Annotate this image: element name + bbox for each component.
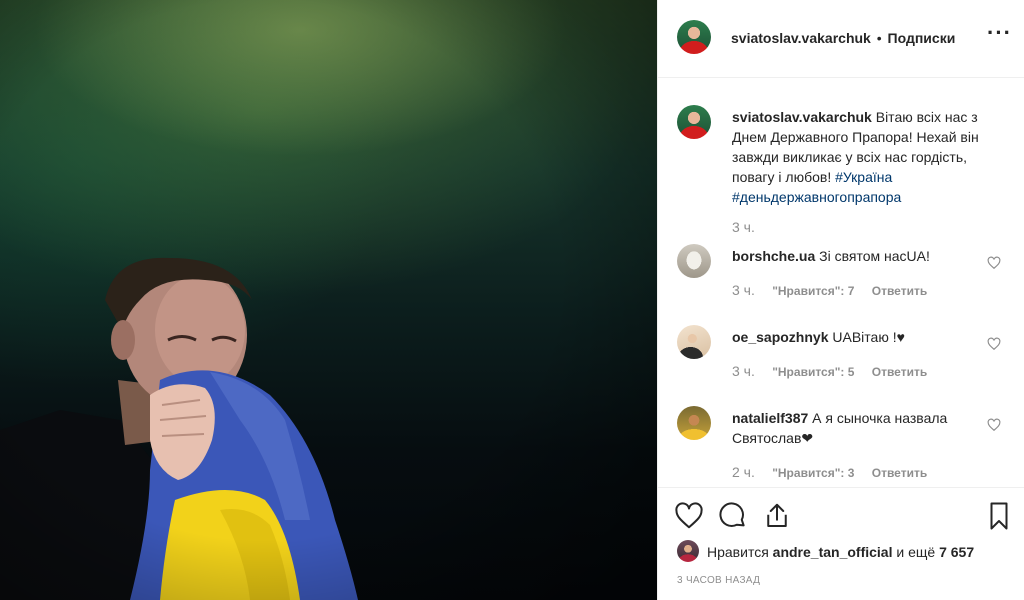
post-side-panel: sviatoslav.vakarchuk • Подписки ··· svia… (657, 0, 1024, 600)
like-heart-icon[interactable] (674, 501, 704, 531)
likes-text: Нравится andre_tan_official и ещё 7 657 (707, 544, 974, 560)
commenter-avatar[interactable] (677, 244, 711, 278)
post-header: sviatoslav.vakarchuk • Подписки ··· (658, 0, 1024, 78)
author-line: sviatoslav.vakarchuk • Подписки (731, 30, 955, 46)
caption-meta: 3 ч. (732, 219, 769, 235)
caption-username[interactable]: sviatoslav.vakarchuk (732, 109, 872, 125)
reply-button[interactable]: Ответить (872, 466, 927, 480)
post-timestamp[interactable]: 3 ЧАСОВ НАЗАД (677, 575, 760, 586)
author-username[interactable]: sviatoslav.vakarchuk (731, 30, 871, 46)
comment-bubble-icon[interactable] (718, 501, 748, 531)
liker-username[interactable]: andre_tan_official (773, 544, 893, 560)
save-bookmark-icon[interactable] (984, 501, 1014, 531)
comment-likes-count[interactable]: "Нравится": 3 (772, 466, 854, 480)
comment-meta: 3 ч. "Нравится": 7 Ответить (732, 282, 941, 298)
caption-avatar[interactable] (677, 105, 711, 139)
photo-illustration (0, 0, 657, 600)
like-comment-heart-icon[interactable] (987, 418, 1001, 432)
comment-likes-count[interactable]: "Нравится": 7 (772, 284, 854, 298)
hashtag-link[interactable]: #деньдержавногопрапора (732, 189, 901, 205)
comment-time[interactable]: 3 ч. (732, 282, 755, 298)
comment-text-block: borshche.ua Зі святом насUA! (732, 246, 1000, 266)
hashtag-link[interactable]: #Україна (835, 169, 892, 185)
comments-list[interactable]: sviatoslav.vakarchuk Вітаю всіх нас з Дн… (658, 79, 1024, 487)
comment-likes-count[interactable]: "Нравится": 5 (772, 365, 854, 379)
likes-count[interactable]: 7 657 (939, 544, 974, 560)
liker-avatar[interactable] (677, 540, 699, 562)
post-photo[interactable] (0, 0, 657, 600)
caption-time[interactable]: 3 ч. (732, 219, 755, 235)
comment-username[interactable]: oe_sapozhnyk (732, 329, 828, 345)
comment-text-block: oe_sapozhnyk UAВітаю !♥ (732, 327, 1000, 347)
following-button[interactable]: Подписки (888, 30, 956, 46)
author-avatar[interactable] (677, 20, 711, 54)
more-options-icon[interactable]: ··· (987, 22, 1011, 48)
commenter-avatar[interactable] (677, 406, 711, 440)
share-upload-icon[interactable] (762, 501, 792, 531)
caption-text-block: sviatoslav.vakarchuk Вітаю всіх нас з Дн… (732, 107, 994, 207)
commenter-avatar[interactable] (677, 325, 711, 359)
comment-text: Зі святом насUA! (819, 248, 930, 264)
likes-summary: Нравится andre_tan_official и ещё 7 657 (677, 540, 1017, 564)
post-actions-bar: Нравится andre_tan_official и ещё 7 657 … (658, 487, 1024, 600)
comment-time[interactable]: 2 ч. (732, 464, 755, 480)
like-comment-heart-icon[interactable] (987, 337, 1001, 351)
reply-button[interactable]: Ответить (872, 365, 927, 379)
separator-dot: • (876, 30, 882, 46)
comment-text-block: natalielf387 А я сыночка назвала Святосл… (732, 408, 982, 448)
likes-middle: и ещё (896, 544, 936, 560)
like-comment-heart-icon[interactable] (987, 256, 1001, 270)
comment-username[interactable]: borshche.ua (732, 248, 815, 264)
comment-meta: 2 ч. "Нравится": 3 Ответить (732, 464, 941, 480)
reply-button[interactable]: Ответить (872, 284, 927, 298)
comment-time[interactable]: 3 ч. (732, 363, 755, 379)
comment-username[interactable]: natalielf387 (732, 410, 808, 426)
likes-prefix: Нравится (707, 544, 769, 560)
comment-text: UAВітаю !♥ (832, 329, 905, 345)
comment-meta: 3 ч. "Нравится": 5 Ответить (732, 363, 941, 379)
